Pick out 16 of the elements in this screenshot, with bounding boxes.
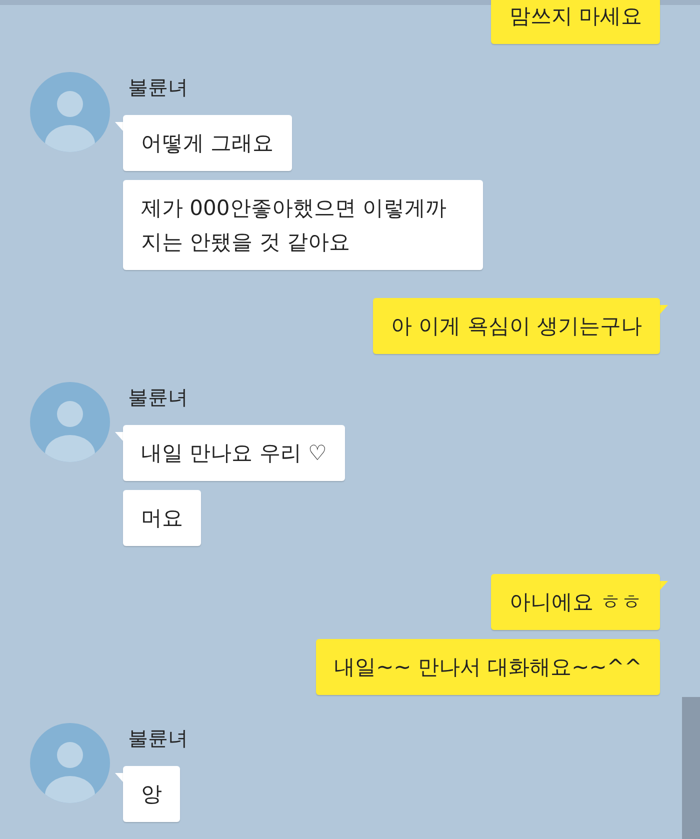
- avatar-icon: [30, 723, 110, 803]
- sender-name: 불륜녀: [128, 74, 188, 100]
- sender-name: 불륜녀: [128, 725, 188, 751]
- message-bubble: 앙: [123, 766, 180, 822]
- message-bubble: 어떻게 그래요: [123, 115, 292, 171]
- message-bubble: 맘쓰지 마세요: [491, 0, 660, 44]
- message-bubble: 아니에요 ㅎㅎ: [491, 574, 660, 630]
- message-bubble: 내일 만나요 우리 ♡: [123, 425, 345, 481]
- avatar-icon: [30, 72, 110, 152]
- message-bubble: 머요: [123, 490, 201, 546]
- message-bubble: 내일~~ 만나서 대화해요~~^^: [316, 639, 660, 695]
- avatar-icon: [30, 382, 110, 462]
- sender-name: 불륜녀: [128, 384, 188, 410]
- message-bubble: 아 이게 욕심이 생기는구나: [372, 298, 660, 354]
- scrollbar[interactable]: [682, 697, 700, 839]
- message-bubble: 제가 000안좋아했으면 이렇게까지는 안됐을 것 같아요: [123, 180, 483, 270]
